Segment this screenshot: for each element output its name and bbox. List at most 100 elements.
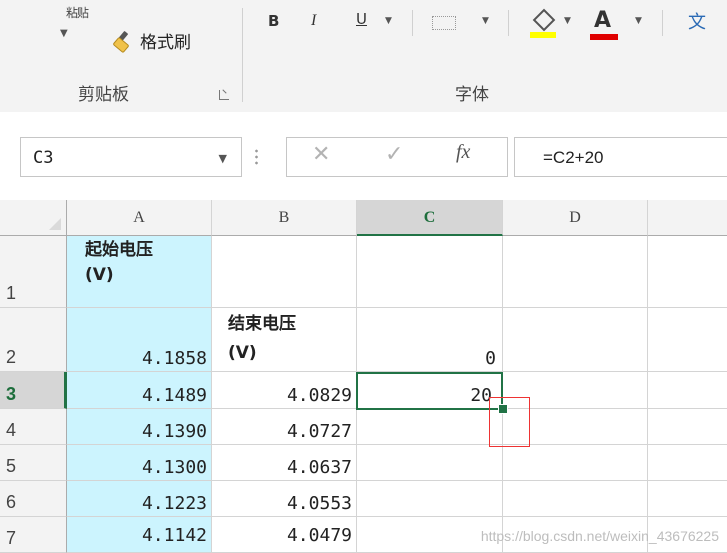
font-color-swatch [590,34,618,40]
insert-function-icon[interactable]: fx [456,141,470,164]
row-number: 4 [6,420,17,440]
row-header-4[interactable]: 4 [0,409,67,445]
column-header-c[interactable]: C [357,200,503,236]
underline-button[interactable]: U [356,10,367,28]
divider [412,10,413,36]
cell-value: 0 [485,348,496,369]
cell-e3[interactable] [648,372,727,409]
paste-dropdown-caret[interactable]: ▼ [60,28,68,39]
cell-e2[interactable] [648,308,727,372]
format-painter-button[interactable]: 格式刷 [112,27,191,54]
fill-color-button[interactable] [530,8,556,38]
formula-bar-grip[interactable] [255,148,258,166]
cell-c5[interactable] [357,445,503,481]
cell-e5[interactable] [648,445,727,481]
cell-value: 4.1142 [141,525,207,546]
font-color-dropdown-caret[interactable]: ▼ [635,16,642,26]
cell-b2[interactable]: 结束电压 (V) [212,308,357,372]
cell-b3[interactable]: 4.0829 [212,372,357,409]
cell-e6[interactable] [648,481,727,517]
watermark: https://blog.csdn.net/weixin_43676225 [480,528,719,544]
cell-d5[interactable] [503,445,648,481]
divider [662,10,663,36]
cell-value: 4.1300 [141,457,207,478]
cell-c2[interactable]: 0 [357,308,503,372]
active-cell-outline [356,372,503,410]
cell-a6[interactable]: 4.1223 [67,481,212,517]
chevron-down-icon[interactable]: ▼ [219,152,227,165]
cell-c4[interactable] [357,409,503,445]
row-header-5[interactable]: 5 [0,445,67,481]
dialog-launcher-icon[interactable] [219,90,229,100]
row-number: 6 [6,492,17,512]
cell-a2[interactable]: 4.1858 [67,308,212,372]
fill-color-swatch [530,32,556,38]
cell-a4[interactable]: 4.1390 [67,409,212,445]
clipboard-group-label: 剪贴板 [78,85,129,105]
font-color-button[interactable]: A [590,8,618,40]
cell-value: 4.0829 [286,385,352,406]
bold-button[interactable]: B [268,12,279,30]
row-header-2[interactable]: 2 [0,308,67,372]
select-all-button[interactable] [0,200,67,236]
name-box-value: C3 [33,148,54,168]
group-divider [242,8,243,102]
cell-d1[interactable] [503,236,648,308]
cell-value: 4.1489 [141,385,207,406]
ribbon: 粘贴 ▼ 格式刷 剪贴板 B I U ▼ ▼ ▼ A ▼ 文 字体 [0,0,727,113]
name-box[interactable]: C3 ▼ [20,137,242,177]
border-dropdown-caret[interactable]: ▼ [482,16,489,26]
cell-b6[interactable]: 4.0553 [212,481,357,517]
fill-color-dropdown-caret[interactable]: ▼ [564,16,571,26]
row-number: 1 [6,283,17,303]
cell-value: 4.0727 [286,421,352,442]
brush-icon [112,29,134,54]
cell-c1[interactable] [357,236,503,308]
row-header-6[interactable]: 6 [0,481,67,517]
cell-c6[interactable] [357,481,503,517]
font-color-letter: A [594,8,612,33]
cell-d6[interactable] [503,481,648,517]
column-header-a[interactable]: A [67,200,212,236]
italic-button[interactable]: I [311,12,316,30]
paint-bucket-icon [532,8,556,32]
cancel-icon[interactable]: ✕ [312,142,330,167]
cell-d2[interactable] [503,308,648,372]
cell-e1[interactable] [648,236,727,308]
row-header-1[interactable]: 1 [0,236,67,308]
phonetic-guide-button[interactable]: 文 [688,8,706,34]
cell-b5[interactable]: 4.0637 [212,445,357,481]
cell-value: 4.1223 [141,493,207,514]
cell-value: 4.0553 [286,493,352,514]
column-header-e[interactable] [648,200,727,236]
underline-dropdown-caret[interactable]: ▼ [385,16,392,26]
row-number: 5 [6,456,17,476]
cell-b2-text: 结束电压 (V) [228,314,296,363]
cell-a1-text: 起始电压 (V) [85,240,153,285]
formula-bar: C3 ▼ ✕ ✓ fx =C2+20 [0,112,727,200]
cell-e4[interactable] [648,409,727,445]
cell-value: 4.1390 [141,421,207,442]
row-number: 7 [6,528,17,548]
cell-value: 4.0637 [286,457,352,478]
formula-input[interactable]: =C2+20 [514,137,727,177]
formula-text: =C2+20 [543,148,604,167]
row-header-3[interactable]: 3 [0,372,67,409]
column-header-b[interactable]: B [212,200,357,236]
select-all-icon [49,218,61,230]
font-group-label: 字体 [455,85,489,105]
format-painter-label: 格式刷 [140,32,191,53]
border-icon[interactable] [432,16,456,30]
row-number: 2 [6,347,17,367]
paste-button-label[interactable]: 粘贴 [66,4,89,21]
cell-a1[interactable]: 起始电压 (V) [67,236,212,308]
cell-value: 4.0479 [286,525,352,546]
column-header-d[interactable]: D [503,200,648,236]
cell-b4[interactable]: 4.0727 [212,409,357,445]
divider [508,10,509,36]
row-number: 3 [6,384,17,404]
enter-icon[interactable]: ✓ [385,142,403,167]
cell-a5[interactable]: 4.1300 [67,445,212,481]
cell-b1[interactable] [212,236,357,308]
cell-a3[interactable]: 4.1489 [67,372,212,409]
